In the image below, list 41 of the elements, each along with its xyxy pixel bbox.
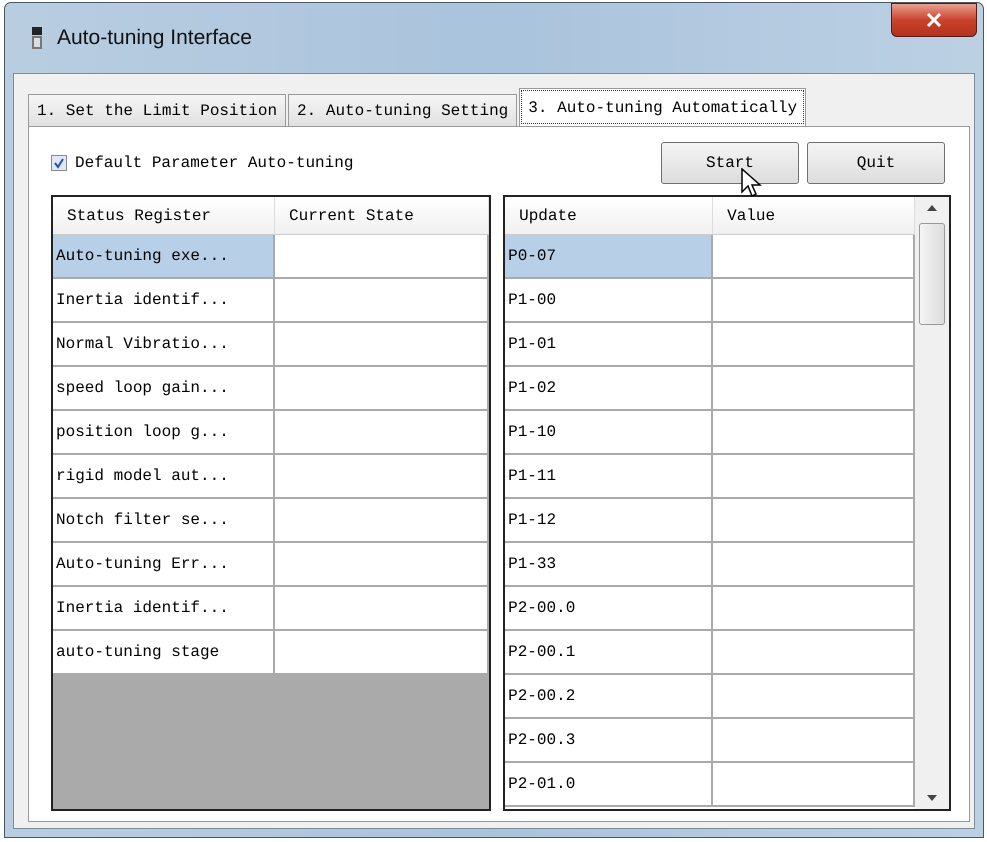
scroll-thumb[interactable] [919,223,945,325]
close-button[interactable] [891,3,977,37]
table-cell: P1-01 [505,323,714,367]
tab[interactable]: 2. Auto-tuning Setting [288,94,518,126]
table-cell: Notch filter se... [53,499,275,543]
table-cell: Auto-tuning Err... [53,543,275,587]
table-cell: P1-02 [505,367,714,411]
mouse-cursor-icon [741,168,763,198]
table-cell: P2-00.1 [505,631,714,675]
column-header[interactable]: Current State [275,197,490,234]
column-header[interactable]: Update [505,197,714,234]
table-cell: P0-07 [505,235,714,279]
table-cell: P1-11 [505,455,714,499]
scrollbar[interactable] [915,197,949,809]
scroll-down-icon[interactable] [927,795,937,801]
tab[interactable]: 1. Set the Limit Position [28,94,286,126]
scroll-up-icon[interactable] [927,205,937,211]
close-icon [926,13,942,27]
checkbox-label: Default Parameter Auto-tuning [75,154,354,172]
table-cell: P1-12 [505,499,714,543]
checkbox[interactable] [51,155,67,171]
table-cell: Inertia identif... [53,279,275,323]
table-cell: P1-00 [505,279,714,323]
table-cell: P2-00.3 [505,719,714,763]
tab[interactable]: 3. Auto-tuning Automatically [519,88,806,126]
column-header[interactable]: Status Register [53,197,275,234]
table-cell: rigid model aut... [53,455,275,499]
table-cell: position loop g... [53,411,275,455]
table-cell: P2-01.0 [505,763,714,807]
table-cell: speed loop gain... [53,367,275,411]
table-cell: Auto-tuning exe... [53,235,275,279]
table-cell: P2-00.2 [505,675,714,719]
window-title: Auto-tuning Interface [57,26,252,50]
table-cell: Normal Vibratio... [53,323,275,367]
dialog-button[interactable]: Start [661,142,799,184]
dialog-button[interactable]: Quit [807,142,945,184]
app-icon [31,27,43,49]
table-cell: P2-00.0 [505,587,714,631]
table-cell: P1-33 [505,543,714,587]
table-cell: Inertia identif... [53,587,275,631]
table-cell: P1-10 [505,411,714,455]
